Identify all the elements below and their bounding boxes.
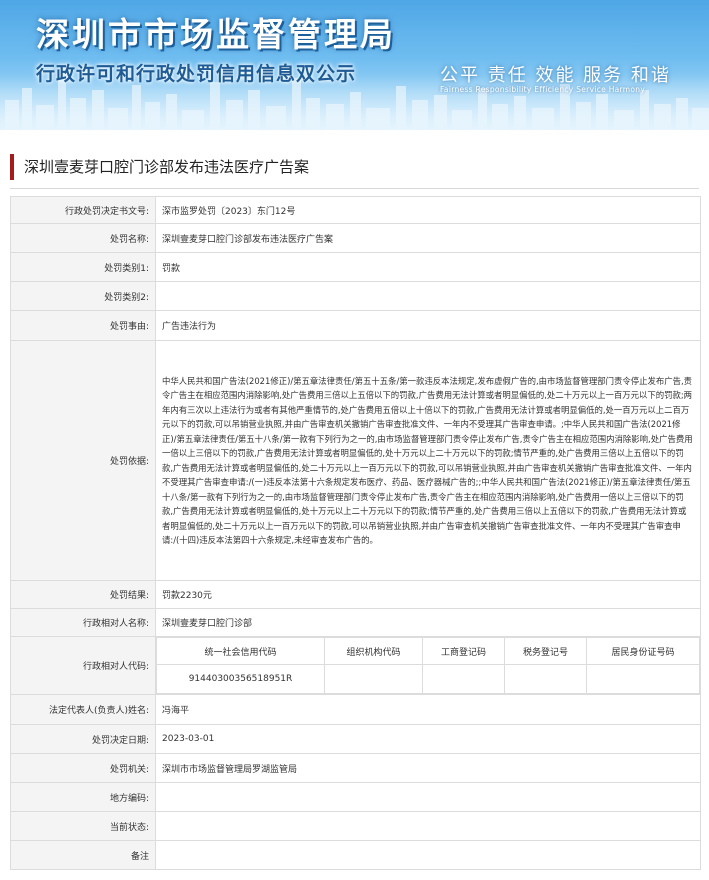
table-row: 处罚事由: 广告违法行为 (10, 310, 701, 341)
page-title: 深圳壹麦芽口腔门诊部发布违法医疗广告案 (10, 154, 709, 180)
field-label: 行政处罚决定书文号: (10, 196, 156, 224)
code-value-row: 91440300356518951R (156, 664, 700, 694)
field-label: 处罚机关: (10, 753, 156, 783)
penalty-info-table: 行政处罚决定书文号: 深市监罗处罚〔2023〕东门12号 处罚名称: 深圳壹麦芽… (10, 196, 701, 870)
field-value: 深圳壹麦芽口腔门诊部 (155, 608, 701, 637)
table-row: 当前状态: (10, 811, 701, 841)
field-label: 地方编码: (10, 782, 156, 812)
field-value: 深圳市市场监督管理局罗湖监管局 (155, 753, 701, 783)
table-row: 处罚依据: 中华人民共和国广告法(2021修正)/第五章法律责任/第五十五条/第… (10, 340, 701, 581)
slogan-english: Fairness Responsibility Efficiency Servi… (440, 85, 646, 94)
field-label: 处罚名称: (10, 223, 156, 253)
field-value: 罚款2230元 (155, 580, 701, 609)
code-table: 统一社会信用代码 组织机构代码 工商登记码 税务登记号 居民身份证号码 9144… (156, 637, 700, 694)
code-value: 91440300356518951R (156, 664, 325, 694)
field-value (155, 782, 701, 812)
field-label: 处罚类别1: (10, 252, 156, 282)
title-divider (10, 188, 699, 189)
field-value: 深圳壹麦芽口腔门诊部发布违法医疗广告案 (155, 223, 701, 253)
slogan: 公平 责任 效能 服务 和谐 (440, 65, 671, 86)
table-row: 行政处罚决定书文号: 深市监罗处罚〔2023〕东门12号 (10, 196, 701, 224)
table-row: 行政相对人代码: 统一社会信用代码 组织机构代码 工商登记码 税务登记号 居民身… (10, 636, 701, 695)
field-value: 深市监罗处罚〔2023〕东门12号 (155, 196, 701, 224)
field-label: 处罚事由: (10, 310, 156, 341)
code-header: 工商登记码 (422, 637, 505, 665)
field-value: 2023-03-01 (155, 724, 701, 754)
code-value (586, 664, 700, 694)
field-label: 处罚依据: (10, 340, 156, 581)
code-value (422, 664, 505, 694)
table-row: 处罚结果: 罚款2230元 (10, 580, 701, 609)
code-value (324, 664, 423, 694)
table-row: 处罚类别2: (10, 281, 701, 311)
code-value (504, 664, 587, 694)
table-row: 地方编码: (10, 782, 701, 812)
table-row: 处罚类别1: 罚款 (10, 252, 701, 282)
code-header-row: 统一社会信用代码 组织机构代码 工商登记码 税务登记号 居民身份证号码 (156, 637, 700, 665)
penalty-basis-text: 中华人民共和国广告法(2021修正)/第五章法律责任/第五十五条/第一款违反本法… (155, 340, 701, 581)
code-table-cell: 统一社会信用代码 组织机构代码 工商登记码 税务登记号 居民身份证号码 9144… (155, 636, 701, 695)
code-header: 税务登记号 (504, 637, 587, 665)
table-row: 备注 (10, 840, 701, 870)
field-label: 备注 (10, 840, 156, 870)
code-header: 组织机构代码 (324, 637, 423, 665)
field-label: 处罚结果: (10, 580, 156, 609)
table-row: 处罚决定日期: 2023-03-01 (10, 724, 701, 754)
field-label: 处罚类别2: (10, 281, 156, 311)
table-row: 行政相对人名称: 深圳壹麦芽口腔门诊部 (10, 608, 701, 637)
field-value: 罚款 (155, 252, 701, 282)
field-value: 冯海平 (155, 694, 701, 725)
field-label: 法定代表人(负责人)姓名: (10, 694, 156, 725)
field-value (155, 281, 701, 311)
table-row: 处罚名称: 深圳壹麦芽口腔门诊部发布违法医疗广告案 (10, 223, 701, 253)
field-value (155, 840, 701, 870)
field-label: 当前状态: (10, 811, 156, 841)
code-header: 统一社会信用代码 (156, 637, 325, 665)
field-value (155, 811, 701, 841)
site-subtitle: 行政许可和行政处罚信用信息双公示 (36, 63, 357, 85)
field-value: 广告违法行为 (155, 310, 701, 341)
header-banner: 深圳市市场监督管理局 行政许可和行政处罚信用信息双公示 公平 责任 效能 服务 … (0, 0, 709, 130)
table-row: 处罚机关: 深圳市市场监督管理局罗湖监管局 (10, 753, 701, 783)
code-header: 居民身份证号码 (586, 637, 700, 665)
field-label: 行政相对人名称: (10, 608, 156, 637)
field-label: 行政相对人代码: (10, 636, 156, 695)
table-row: 法定代表人(负责人)姓名: 冯海平 (10, 694, 701, 725)
site-title: 深圳市市场监督管理局 (36, 15, 396, 54)
field-label: 处罚决定日期: (10, 724, 156, 754)
